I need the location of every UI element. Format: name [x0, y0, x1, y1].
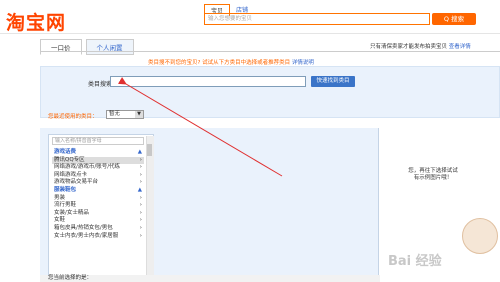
watermark-logo: Bai 经验: [388, 254, 442, 269]
mascot-icon: [462, 218, 498, 254]
annotation-arrow: [117, 76, 283, 177]
